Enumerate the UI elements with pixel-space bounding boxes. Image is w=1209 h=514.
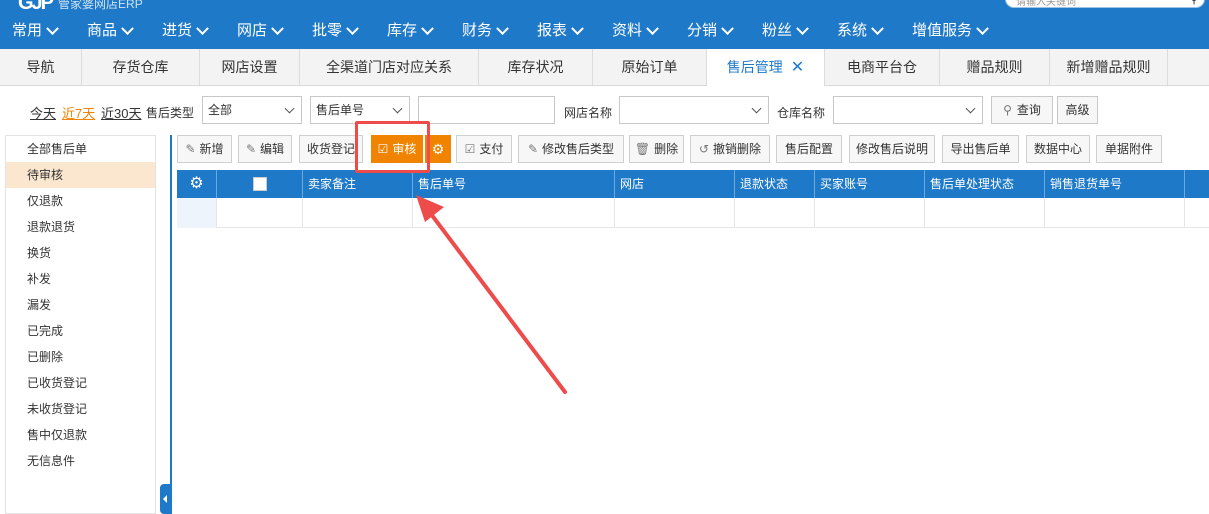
annotation-arrow bbox=[416, 195, 567, 394]
